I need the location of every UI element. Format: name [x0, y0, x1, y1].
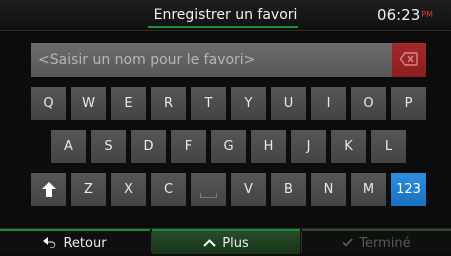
key-t[interactable]: T [191, 87, 226, 120]
clock-time: 06:23 [377, 6, 421, 24]
key-e[interactable]: E [111, 87, 146, 120]
key-n[interactable]: N [311, 173, 346, 206]
clock: 06:23PM [377, 0, 433, 30]
key-c[interactable]: C [151, 173, 186, 206]
back-button-label: Retour [63, 236, 107, 251]
back-button[interactable]: Retour [0, 229, 150, 254]
key-k[interactable]: K [331, 130, 366, 163]
key-i[interactable]: I [311, 87, 346, 120]
key-g[interactable]: G [211, 130, 246, 163]
key-o[interactable]: O [351, 87, 386, 120]
checkmark-icon [342, 238, 353, 247]
key-d[interactable]: D [131, 130, 166, 163]
more-button[interactable]: Plus [152, 229, 300, 254]
key-b[interactable]: B [271, 173, 306, 206]
key-z[interactable]: Z [71, 173, 106, 206]
key-y[interactable]: Y [231, 87, 266, 120]
done-button[interactable]: Terminé [302, 229, 451, 254]
key-x[interactable]: X [111, 173, 146, 206]
key-p[interactable]: P [391, 87, 426, 120]
key-v[interactable]: V [231, 173, 266, 206]
clear-button[interactable] [392, 43, 426, 77]
key-q[interactable]: Q [31, 87, 66, 120]
key-l[interactable]: L [371, 130, 406, 163]
title-bar: Enregistrer un favori 06:23PM [0, 0, 451, 31]
input-placeholder: <Saisir un nom pour le favori> [38, 52, 256, 68]
key-m[interactable]: M [351, 173, 386, 206]
bottom-bar: Retour Plus Terminé [0, 228, 451, 254]
space-key[interactable] [191, 173, 226, 206]
key-j[interactable]: J [291, 130, 326, 163]
key-h[interactable]: H [251, 130, 286, 163]
chevron-up-icon [203, 239, 216, 247]
more-button-label: Plus [222, 236, 249, 251]
key-u[interactable]: U [271, 87, 306, 120]
key-f[interactable]: F [171, 130, 206, 163]
back-arrow-icon [43, 237, 56, 248]
backspace-icon [400, 52, 418, 66]
shift-key[interactable] [31, 173, 66, 206]
key-s[interactable]: S [91, 130, 126, 163]
shift-arrow-icon [41, 182, 56, 197]
done-button-label: Terminé [359, 236, 411, 251]
key-a[interactable]: A [51, 130, 86, 163]
key-r[interactable]: R [151, 87, 186, 120]
key-w[interactable]: W [71, 87, 106, 120]
clock-ampm: PM [421, 10, 433, 19]
numbers-key[interactable]: 123 [391, 173, 426, 206]
keyboard: Q W E R T Y U I O P A S D F G H J K L Z … [31, 87, 426, 219]
favorite-name-input[interactable]: <Saisir un nom pour le favori> [31, 43, 392, 77]
